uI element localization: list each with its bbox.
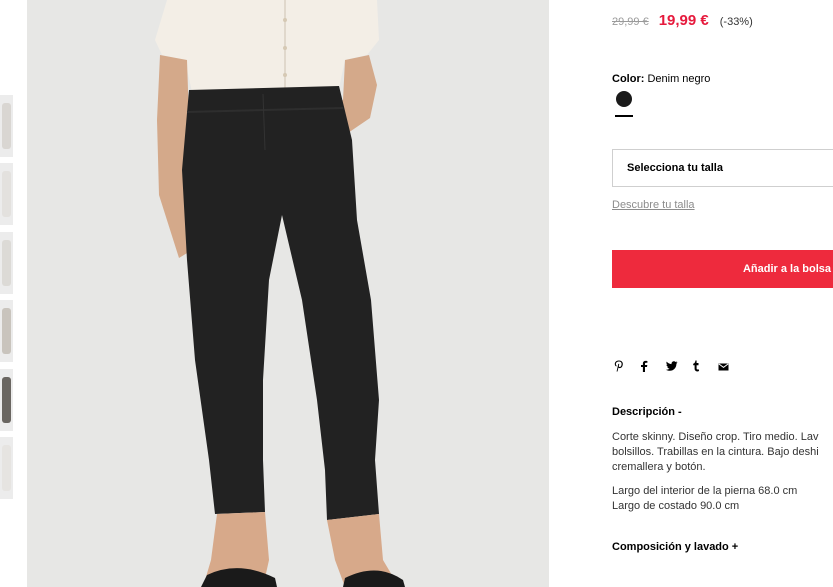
thumbnail-1[interactable] (0, 95, 13, 157)
color-row: Color: Denim negro (612, 73, 710, 85)
side-length-measure: Largo de costado 90.0 cm (612, 500, 740, 512)
selected-swatch-indicator (615, 115, 633, 117)
tumblr-icon[interactable] (692, 360, 718, 375)
sale-price: 19,99 € (658, 12, 709, 29)
composition-toggle[interactable]: Composición y lavado + (612, 541, 738, 553)
measurements: Largo del interior de la pierna 68.0 cm … (612, 484, 797, 514)
product-info-panel: 29,99 € 19,99 € (-33%) Color: Denim negr… (612, 0, 833, 587)
add-to-bag-button[interactable]: Añadir a la bolsa (612, 250, 833, 288)
thumbnail-4[interactable] (0, 300, 13, 362)
color-label: Color: (612, 73, 645, 85)
twitter-icon[interactable] (666, 360, 692, 375)
product-image[interactable] (27, 0, 549, 587)
thumbnail-3[interactable] (0, 232, 13, 294)
email-icon[interactable] (718, 360, 744, 375)
old-price: 29,99 € (612, 16, 649, 28)
thumbnail-2[interactable] (0, 163, 13, 225)
description-toggle[interactable]: Descripción - (612, 406, 682, 418)
price-row: 29,99 € 19,99 € (-33%) (612, 12, 753, 29)
pinterest-icon[interactable] (614, 360, 640, 375)
color-swatch-denim-negro[interactable] (616, 91, 632, 107)
facebook-icon[interactable] (640, 360, 666, 375)
description-line: bolsillos. Trabillas en la cintura. Bajo… (612, 446, 819, 458)
description-line: cremallera y botón. (612, 461, 706, 473)
thumbnail-5[interactable] (0, 369, 13, 431)
share-icons (612, 360, 744, 375)
description-line: Corte skinny. Diseño crop. Tiro medio. L… (612, 431, 819, 443)
inseam-measure: Largo del interior de la pierna 68.0 cm (612, 485, 798, 497)
color-value: Denim negro (647, 73, 711, 85)
discount-badge: (-33%) (719, 16, 753, 28)
size-guide-link[interactable]: Descubre tu talla (612, 199, 695, 211)
thumbnail-6[interactable] (0, 437, 13, 499)
product-photo (27, 0, 549, 587)
size-select[interactable]: Selecciona tu talla (612, 149, 833, 187)
description-text: Corte skinny. Diseño crop. Tiro medio. L… (612, 430, 833, 475)
